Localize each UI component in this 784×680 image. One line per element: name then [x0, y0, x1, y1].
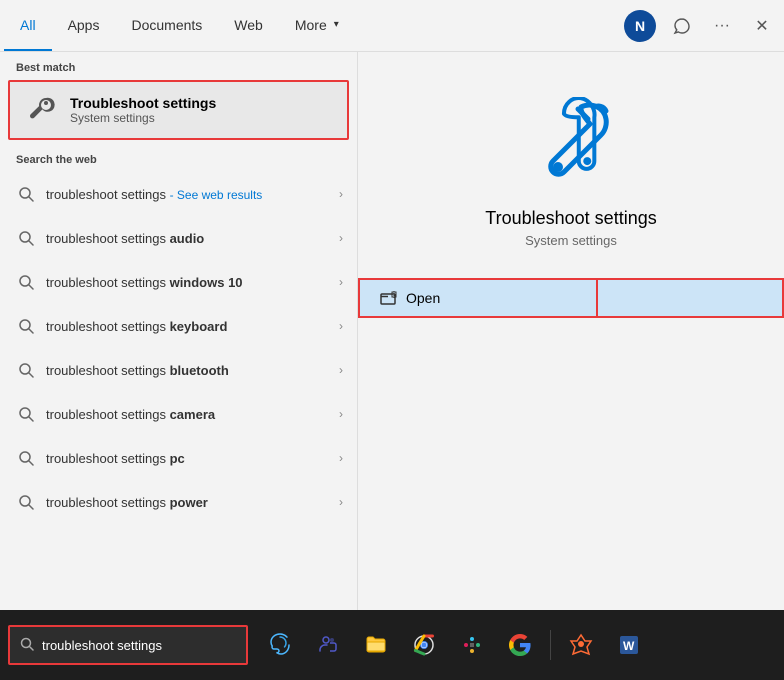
taskbar-app-word[interactable]: W [607, 623, 651, 667]
web-search-list: troubleshoot settings - See web results … [0, 172, 357, 524]
close-button[interactable]: ✕ [744, 8, 780, 44]
taskbar-app-google[interactable] [498, 623, 542, 667]
chevron-right-icon: › [339, 231, 343, 245]
search-icon [16, 360, 36, 380]
taskbar-app-files[interactable] [354, 623, 398, 667]
chevron-right-icon: › [339, 319, 343, 333]
web-item-6[interactable]: troubleshoot settings pc › [0, 436, 357, 480]
taskbar-search[interactable]: troubleshoot settings [8, 625, 248, 665]
chevron-right-icon: › [339, 407, 343, 421]
tabs-bar: All Apps Documents Web More ▾ N ··· [0, 0, 784, 52]
web-item-3[interactable]: troubleshoot settings keyboard › [0, 304, 357, 348]
taskbar-divider [550, 630, 551, 660]
search-icon [16, 492, 36, 512]
right-wrench-icon [521, 92, 621, 192]
wrench-icon [24, 92, 60, 128]
search-popup: All Apps Documents Web More ▾ N ··· [0, 0, 784, 610]
search-icon [16, 184, 36, 204]
taskbar-app-slack[interactable] [450, 623, 494, 667]
right-panel: Troubleshoot settings System settings Op… [358, 52, 784, 610]
action-buttons: Open [358, 278, 784, 318]
taskbar-apps: W [258, 623, 651, 667]
chevron-right-icon: › [339, 275, 343, 289]
web-item-0[interactable]: troubleshoot settings - See web results … [0, 172, 357, 216]
search-icon [16, 448, 36, 468]
user-avatar[interactable]: N [624, 10, 656, 42]
taskbar-app-teams[interactable] [306, 623, 350, 667]
feedback-button[interactable] [664, 8, 700, 44]
best-match-title: Troubleshoot settings [70, 95, 216, 111]
best-match-label: Best match [0, 52, 357, 80]
taskbar-search-text: troubleshoot settings [42, 638, 162, 653]
tab-apps[interactable]: Apps [52, 0, 116, 51]
chevron-right-icon: › [339, 495, 343, 509]
search-icon [16, 404, 36, 424]
taskbar: troubleshoot settings [0, 610, 784, 680]
taskbar-app-edge[interactable] [258, 623, 302, 667]
open-button[interactable]: Open [358, 278, 598, 318]
search-icon [16, 228, 36, 248]
tab-web[interactable]: Web [218, 0, 279, 51]
search-icon [16, 272, 36, 292]
web-item-7[interactable]: troubleshoot settings power › [0, 480, 357, 524]
left-panel: Best match Troubleshoot settings System … [0, 52, 358, 610]
best-match-text: Troubleshoot settings System settings [70, 95, 216, 125]
right-title: Troubleshoot settings [485, 208, 656, 229]
svg-text:W: W [623, 639, 635, 653]
taskbar-search-icon [20, 637, 34, 654]
chevron-down-icon: ▾ [334, 19, 339, 30]
web-section-label: Search the web [0, 144, 357, 172]
web-item-5[interactable]: troubleshoot settings camera › [0, 392, 357, 436]
header-icons: N ··· ✕ [624, 8, 780, 44]
main-area: Best match Troubleshoot settings System … [0, 52, 784, 610]
best-match-item[interactable]: Troubleshoot settings System settings [8, 80, 349, 140]
tab-documents[interactable]: Documents [115, 0, 218, 51]
taskbar-app-chrome[interactable] [402, 623, 446, 667]
tab-all[interactable]: All [4, 0, 52, 51]
tab-more[interactable]: More ▾ [279, 0, 355, 51]
taskbar-app-photos[interactable] [559, 623, 603, 667]
web-item-1[interactable]: troubleshoot settings audio › [0, 216, 357, 260]
chevron-right-icon: › [339, 451, 343, 465]
best-match-subtitle: System settings [70, 111, 216, 125]
chevron-right-icon: › [339, 363, 343, 377]
chevron-right-icon: › [339, 187, 343, 201]
right-subtitle: System settings [525, 233, 617, 248]
more-options-button[interactable]: ··· [704, 8, 740, 44]
search-icon [16, 316, 36, 336]
open-button-extension[interactable] [598, 278, 784, 318]
web-item-2[interactable]: troubleshoot settings windows 10 › [0, 260, 357, 304]
web-item-4[interactable]: troubleshoot settings bluetooth › [0, 348, 357, 392]
